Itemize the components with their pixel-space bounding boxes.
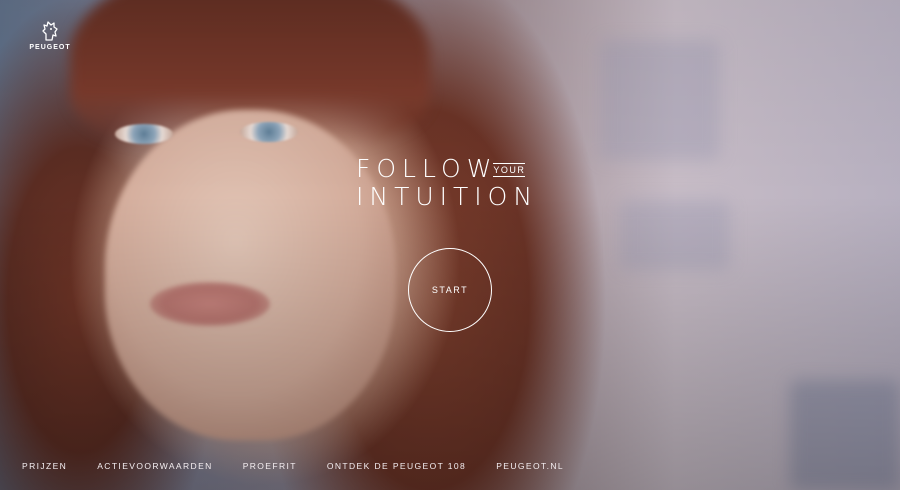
- footer-link-proefrit[interactable]: PROEFRIT: [243, 461, 297, 471]
- peugeot-lion-icon: [42, 21, 58, 41]
- hero-vignette: [0, 0, 900, 490]
- hero-stage: PEUGEOT FOLLOWYOUR INTUITION START PRIJZ…: [0, 0, 900, 490]
- footer-link-prijzen[interactable]: PRIJZEN: [22, 461, 67, 471]
- footer-link-ontdek-108[interactable]: ONTDEK DE PEUGEOT 108: [327, 461, 466, 471]
- headline-follow: FOLLOW: [356, 154, 498, 183]
- footer-nav: PRIJZEN ACTIEVOORWAARDEN PROEFRIT ONTDEK…: [22, 461, 564, 471]
- headline-intuition: INTUITION: [356, 182, 539, 211]
- footer-link-peugeot-nl[interactable]: PEUGEOT.NL: [496, 461, 564, 471]
- start-button-label: START: [431, 285, 469, 295]
- footer-link-actievoorwaarden[interactable]: ACTIEVOORWAARDEN: [97, 461, 212, 471]
- peugeot-logo-link[interactable]: PEUGEOT: [28, 20, 72, 51]
- brand-name: PEUGEOT: [29, 44, 71, 51]
- headline-your: YOUR: [493, 163, 526, 177]
- headline: FOLLOWYOUR INTUITION: [356, 155, 556, 211]
- start-button[interactable]: START: [408, 248, 492, 332]
